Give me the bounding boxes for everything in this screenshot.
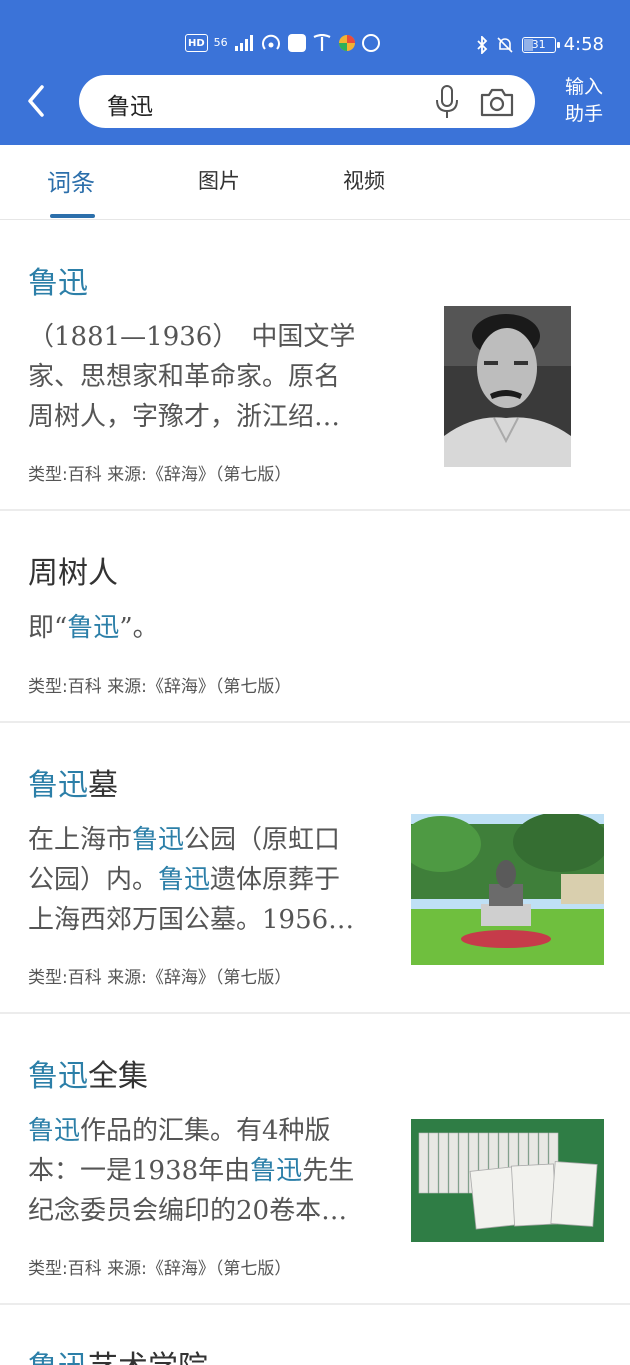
entry-title: 鲁迅全集 xyxy=(28,1051,148,1095)
entry-title: 周树人 xyxy=(28,556,118,591)
desc-text: 本：一是1938年由 xyxy=(28,1156,251,1186)
camera-icon[interactable] xyxy=(479,85,515,119)
desc-link[interactable]: 鲁迅 xyxy=(158,865,210,895)
entry-meta: 类型:百科 来源:《辞海》（第七版） xyxy=(28,1259,292,1279)
portrait-illustration xyxy=(444,306,571,467)
mute-bell-icon xyxy=(497,36,513,53)
hd-icon: HD xyxy=(185,34,208,52)
clock: 4:58 xyxy=(563,34,604,55)
desc-line: 纪念委员会编印的20卷本… xyxy=(28,1196,348,1226)
desc-text: 公园）内。 xyxy=(28,865,159,895)
desc-link[interactable]: 鲁迅 xyxy=(132,825,184,855)
entry-meta: 类型:百科 来源:《辞海》（第七版） xyxy=(28,677,292,697)
tab-entries[interactable]: 词条 xyxy=(47,163,95,198)
tomb-illustration xyxy=(411,814,604,965)
entry-title-highlight: 鲁迅 xyxy=(28,266,88,301)
desc-line: 周树人，字豫才，浙江绍… xyxy=(28,402,341,432)
desc-text: 公园（原虹口 xyxy=(184,825,341,855)
list-item[interactable]: 鲁迅 （1881—1936） 中国文学 家、思想家和革命家。原名 周树人，字豫才… xyxy=(0,220,630,511)
entry-title-highlight: 鲁迅 xyxy=(28,1059,88,1094)
tomb-image[interactable] xyxy=(411,814,604,965)
desc-text: 先生 xyxy=(302,1156,355,1186)
list-item[interactable]: 鲁迅墓 在上海市鲁迅公园（原虹口 公园）内。鲁迅遗体原葬于 上海西郊万国公墓。1… xyxy=(0,724,630,1014)
entry-title-rest: 墓 xyxy=(88,768,118,803)
back-arrow-icon[interactable] xyxy=(22,84,52,118)
status-icons-right: 31 4:58 xyxy=(476,34,604,55)
desc-text: 即“ xyxy=(28,613,68,643)
tab-videos[interactable]: 视频 xyxy=(343,165,385,195)
hotspot-icon xyxy=(261,34,280,50)
tab-active-indicator xyxy=(50,214,95,218)
entry-title-highlight: 鲁迅 xyxy=(28,1350,88,1365)
entry-title-rest: 艺术学院 xyxy=(88,1350,208,1365)
desc-text: 遗体原葬于 xyxy=(210,865,341,895)
bluetooth-icon xyxy=(476,35,487,54)
sync-icon xyxy=(361,34,380,52)
desc-line: 公园）内。鲁迅遗体原葬于 xyxy=(28,860,354,900)
desc-line: 本：一是1938年由鲁迅先生 xyxy=(28,1151,354,1191)
desc-link[interactable]: 鲁迅 xyxy=(67,613,119,643)
desc-line: 在上海市鲁迅公园（原虹口 xyxy=(28,820,354,860)
tab-images[interactable]: 图片 xyxy=(198,165,240,195)
app-notification-icon xyxy=(287,34,306,52)
desc-line: 家、思想家和革命家。原名 xyxy=(28,362,341,392)
entry-meta: 类型:百科 来源:《辞海》（第七版） xyxy=(28,465,292,485)
desc-line: 上海西郊万国公墓。1956… xyxy=(28,905,355,935)
entry-description: 鲁迅作品的汇集。有4种版 本：一是1938年由鲁迅先生 纪念委员会编印的20卷本… xyxy=(28,1111,354,1231)
signal-5g-icon: 56 xyxy=(213,36,228,49)
desc-line: （1881—1936） 中国文学 xyxy=(28,322,356,352)
desc-text: 在上海市 xyxy=(28,825,133,855)
book-set-illustration xyxy=(411,1119,604,1242)
entry-title: 鲁迅 xyxy=(28,258,88,302)
app-header: HD 56 31 4:58 鲁迅 输入 助手 xyxy=(0,0,630,145)
list-item[interactable]: 周树人 即“鲁迅”。 类型:百科 来源:《辞海》（第七版） xyxy=(0,512,630,723)
entry-title: 鲁迅墓 xyxy=(28,760,118,804)
battery-indicator: 31 xyxy=(521,36,560,53)
tab-bar: 词条 图片 视频 xyxy=(0,145,630,220)
entry-description: （1881—1936） 中国文学 家、思想家和革命家。原名 周树人，字豫才，浙江… xyxy=(28,317,355,437)
desc-link[interactable]: 鲁迅 xyxy=(28,1116,80,1146)
entry-meta: 类型:百科 来源:《辞海》（第七版） xyxy=(28,968,292,988)
desc-text: ”。 xyxy=(119,613,159,643)
search-bar[interactable]: 鲁迅 xyxy=(79,75,535,128)
entry-title-highlight: 鲁迅 xyxy=(28,768,88,803)
list-item[interactable]: 鲁迅艺术学院 xyxy=(0,1306,630,1365)
input-assistant-line2: 助手 xyxy=(564,103,603,125)
battery-level: 31 xyxy=(531,37,546,51)
cellular-signal-icon xyxy=(234,35,253,51)
status-bar: HD 56 31 4:58 xyxy=(0,30,630,62)
entry-title: 鲁迅艺术学院 xyxy=(28,1342,208,1365)
list-item[interactable]: 鲁迅全集 鲁迅作品的汇集。有4种版 本：一是1938年由鲁迅先生 纪念委员会编印… xyxy=(0,1015,630,1305)
entry-description: 即“鲁迅”。 xyxy=(28,608,159,648)
desc-line: 鲁迅作品的汇集。有4种版 xyxy=(28,1111,354,1151)
status-icons-left: HD 56 xyxy=(185,34,380,52)
search-input[interactable]: 鲁迅 xyxy=(107,87,153,121)
portrait-image[interactable] xyxy=(444,306,571,467)
desc-link[interactable]: 鲁迅 xyxy=(250,1156,302,1186)
tesla-icon xyxy=(313,34,331,51)
entry-description: 在上海市鲁迅公园（原虹口 公园）内。鲁迅遗体原葬于 上海西郊万国公墓。1956… xyxy=(28,820,354,940)
colorful-app-icon xyxy=(338,35,355,51)
input-assistant-button[interactable]: 输入 助手 xyxy=(560,74,608,128)
desc-text: 作品的汇集。有4种版 xyxy=(80,1116,331,1146)
microphone-icon[interactable] xyxy=(434,84,460,120)
entry-title-rest: 全集 xyxy=(88,1059,148,1094)
complete-works-image[interactable] xyxy=(411,1119,604,1242)
input-assistant-line1: 输入 xyxy=(564,76,603,98)
